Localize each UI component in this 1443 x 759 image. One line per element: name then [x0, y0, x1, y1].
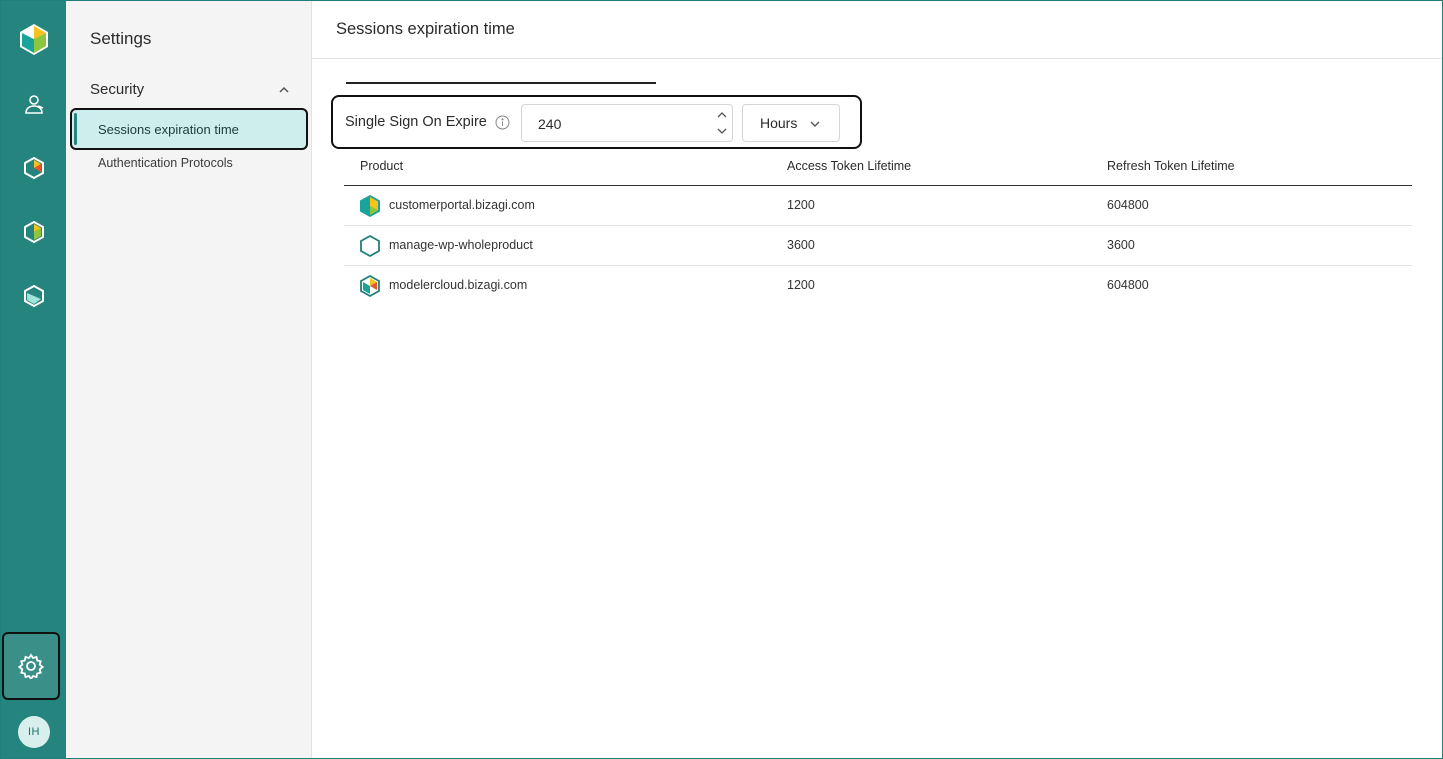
- products-table: Product Access Token Lifetime Refresh To…: [344, 149, 1412, 306]
- stepper-down-icon[interactable]: [716, 125, 728, 137]
- column-header-product[interactable]: Product: [360, 159, 403, 173]
- nav-section-label: Security: [90, 81, 145, 98]
- column-header-access-token[interactable]: Access Token Lifetime: [787, 159, 911, 173]
- settings-nav: Settings Security Sessions expiration ti…: [66, 1, 311, 758]
- sso-expire-label: Single Sign On Expire: [345, 114, 487, 130]
- hexagon-outline-icon: [360, 234, 380, 258]
- modeler-product-icon[interactable]: [1, 143, 66, 193]
- users-icon[interactable]: [1, 79, 66, 129]
- icon-rail: IH: [1, 1, 66, 758]
- sso-expire-group: Single Sign On Expire 240 Hours: [331, 95, 862, 149]
- portal-product-icon[interactable]: [1, 207, 66, 257]
- column-header-refresh-token[interactable]: Refresh Token Lifetime: [1107, 159, 1235, 173]
- avatar[interactable]: IH: [18, 716, 50, 748]
- refresh-token-lifetime: 604800: [1107, 278, 1149, 292]
- stepper-up-icon[interactable]: [716, 109, 728, 121]
- bizagi-logo-icon[interactable]: [1, 14, 66, 64]
- app-window: IH Settings Security Sessions expiration…: [0, 0, 1443, 759]
- nav-item-authentication-protocols[interactable]: Authentication Protocols: [98, 156, 233, 170]
- nav-title: Settings: [90, 29, 152, 48]
- product-name: customerportal.bizagi.com: [389, 198, 535, 212]
- main-panel: Sessions expiration time Single Sign On …: [311, 1, 1442, 758]
- unit-select[interactable]: Hours: [742, 104, 840, 142]
- gear-icon: [18, 653, 44, 679]
- page-title: Sessions expiration time: [336, 20, 515, 38]
- chevron-up-icon: [279, 86, 289, 93]
- info-icon[interactable]: [495, 115, 510, 130]
- modeler-cloud-icon: [360, 274, 380, 298]
- unit-select-value: Hours: [760, 115, 798, 131]
- settings-button[interactable]: [2, 632, 60, 700]
- refresh-token-lifetime: 604800: [1107, 198, 1149, 212]
- product-name: manage-wp-wholeproduct: [389, 238, 533, 252]
- refresh-token-lifetime: 3600: [1107, 238, 1135, 252]
- table-row[interactable]: customerportal.bizagi.com 1200 604800: [344, 186, 1412, 226]
- sso-expire-input[interactable]: 240: [521, 104, 733, 142]
- chevron-down-icon: [810, 121, 820, 127]
- table-header: Product Access Token Lifetime Refresh To…: [344, 149, 1412, 186]
- sso-expire-value: 240: [538, 116, 562, 132]
- access-token-lifetime: 1200: [787, 198, 815, 212]
- table-row[interactable]: modelercloud.bizagi.com 1200 604800: [344, 266, 1412, 306]
- automation-product-icon[interactable]: [1, 271, 66, 321]
- product-name: modelercloud.bizagi.com: [389, 278, 528, 292]
- main-header: Sessions expiration time: [312, 1, 1442, 59]
- customer-portal-icon: [360, 195, 380, 217]
- quantity-stepper[interactable]: [716, 109, 728, 139]
- table-row[interactable]: manage-wp-wholeproduct 3600 3600: [344, 226, 1412, 266]
- access-token-lifetime: 1200: [787, 278, 815, 292]
- nav-section-security[interactable]: Security: [90, 81, 290, 98]
- divider: [346, 82, 656, 84]
- nav-item-label: Sessions expiration time: [98, 121, 239, 137]
- nav-item-sessions-expiration[interactable]: Sessions expiration time: [70, 108, 308, 150]
- access-token-lifetime: 3600: [787, 238, 815, 252]
